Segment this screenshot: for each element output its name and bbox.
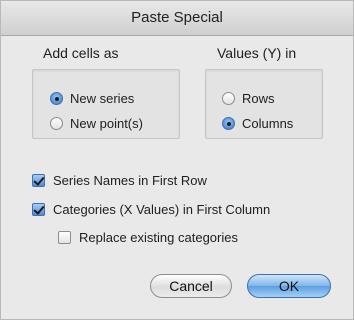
checkbox-replace-categories-label: Replace existing categories (79, 230, 238, 245)
radio-columns-label: Columns (242, 116, 294, 131)
radio-rows-label: Rows (242, 91, 275, 106)
radio-button-icon[interactable] (50, 117, 63, 130)
radio-new-series[interactable]: New series (50, 91, 134, 106)
checkbox-series-names-label: Series Names in First Row (53, 173, 207, 188)
checkbox-series-names[interactable]: Series Names in First Row (32, 173, 207, 188)
radio-new-series-label: New series (70, 91, 135, 106)
values-y-in-label: Values (Y) in (217, 45, 297, 61)
checkbox-categories-label: Categories (X Values) in First Column (53, 202, 271, 217)
radio-columns[interactable]: Columns (222, 116, 293, 131)
checkbox-icon[interactable] (58, 231, 71, 244)
dialog-title: Paste Special (1, 1, 353, 36)
checkbox-icon[interactable] (32, 203, 45, 216)
checkbox-icon[interactable] (32, 174, 45, 187)
checkbox-categories[interactable]: Categories (X Values) in First Column (32, 202, 270, 217)
radio-new-points-label: New point(s) (70, 116, 143, 131)
radio-button-icon[interactable] (222, 117, 235, 130)
checkbox-replace-categories[interactable]: Replace existing categories (58, 230, 238, 245)
radio-new-points[interactable]: New point(s) (50, 116, 143, 131)
radio-rows[interactable]: Rows (222, 91, 275, 106)
radio-button-icon[interactable] (50, 92, 63, 105)
ok-button[interactable]: OK (247, 274, 331, 298)
cancel-button[interactable]: Cancel (150, 274, 232, 298)
paste-special-dialog: Paste Special Add cells as New series Ne… (0, 0, 354, 320)
add-cells-as-label: Add cells as (43, 45, 119, 61)
radio-button-icon[interactable] (222, 92, 235, 105)
